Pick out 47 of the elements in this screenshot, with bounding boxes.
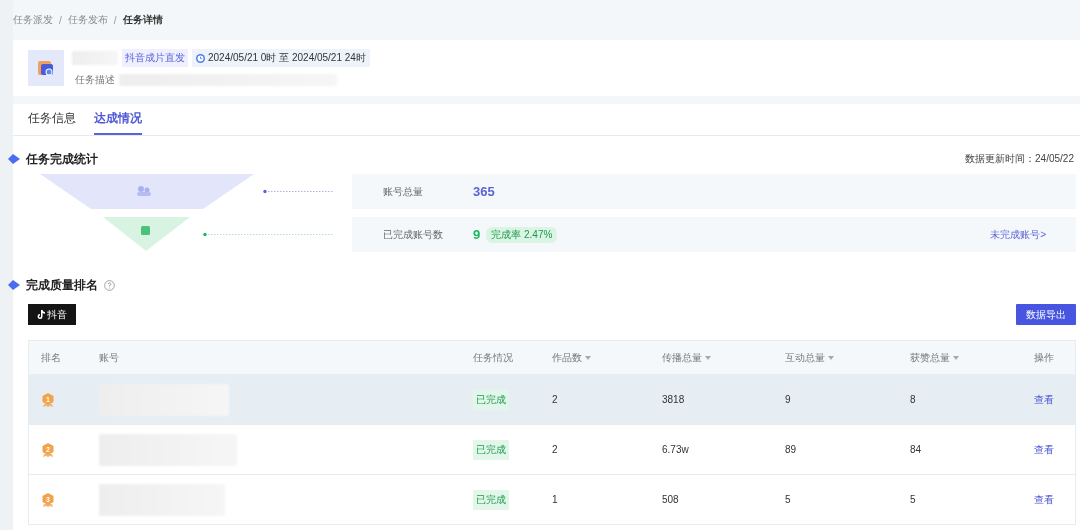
incomplete-accounts-link[interactable]: 未完成账号> — [990, 227, 1046, 242]
view-link[interactable]: 查看 — [1034, 442, 1075, 457]
breadcrumb-separator: / — [59, 14, 62, 26]
stat-value: 365 — [473, 184, 495, 199]
table-cell-text: 9 — [785, 394, 792, 405]
column-header: 账号 — [99, 350, 120, 365]
update-time: 数据更新时间：24/05/22 — [965, 152, 1074, 166]
status-tag: 已完成 — [473, 389, 509, 410]
table-cell-text: 1 — [552, 494, 559, 505]
stat-label: 账号总量 — [383, 184, 424, 199]
table-cell-text: 6.73w — [662, 444, 690, 455]
column-header: 操作 — [1034, 350, 1055, 365]
table-cell-text: 2 — [552, 394, 559, 405]
view-link[interactable]: 查看 — [1034, 392, 1075, 407]
column-header[interactable]: 传播总量 — [662, 350, 785, 365]
stat-value: 9 — [473, 227, 481, 242]
completion-rate: 完成率 2.47% — [486, 226, 558, 243]
view-link[interactable]: 查看 — [1034, 492, 1075, 507]
table-cell-text: 2 — [552, 444, 559, 455]
table-cell-text: 508 — [662, 494, 680, 505]
table-cell-text: 3818 — [662, 394, 686, 405]
table-cell-text: 5 — [910, 494, 917, 505]
section-title: 任务完成统计 — [26, 150, 98, 168]
table-cell-text: 8 — [910, 394, 917, 405]
breadcrumb-item: 任务详情 — [122, 13, 163, 27]
tab[interactable]: 达成情况 — [94, 104, 142, 135]
breadcrumb-separator: / — [113, 14, 117, 26]
breadcrumb-item[interactable]: 任务派发 — [13, 13, 53, 27]
export-button[interactable]: 数据导出 — [1016, 304, 1076, 325]
column-header[interactable]: 作品数 — [552, 350, 662, 365]
stat-label: 已完成账号数 — [383, 227, 444, 242]
status-tag: 已完成 — [473, 439, 509, 460]
description-label: 任务描述 — [75, 73, 115, 87]
breadcrumb-item[interactable]: 任务发布 — [67, 13, 108, 27]
section-title: 完成质量排名 — [26, 276, 98, 294]
task-period-tag: 2024/05/21 0时 至 2024/05/21 24时 — [192, 49, 370, 67]
table-cell-text: 89 — [785, 444, 798, 455]
tab[interactable]: 任务信息 — [28, 104, 76, 135]
column-header[interactable]: 获赞总量 — [910, 350, 1034, 365]
table-cell-text: 84 — [910, 444, 923, 455]
column-header: 排名 — [41, 350, 62, 365]
status-tag: 已完成 — [473, 489, 509, 510]
task-type-tag: 抖音成片直发 — [122, 49, 188, 67]
platform-button[interactable]: 抖音 — [28, 304, 76, 325]
column-header[interactable]: 互动总量 — [785, 350, 910, 365]
column-header: 任务情况 — [473, 350, 514, 365]
table-cell-text: 5 — [785, 494, 792, 505]
